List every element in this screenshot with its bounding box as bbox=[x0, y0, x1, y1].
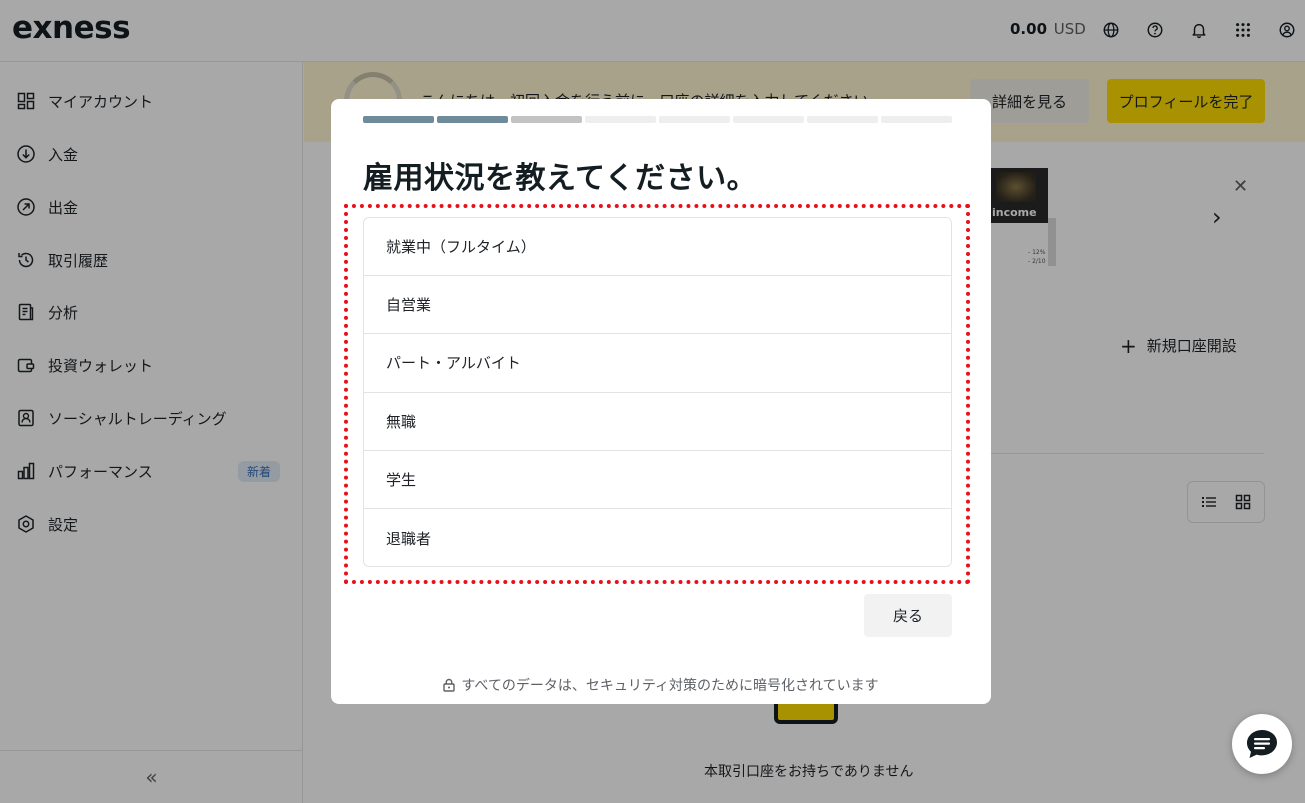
progress-segment bbox=[363, 116, 434, 123]
progress-segment bbox=[437, 116, 508, 123]
progress-segment bbox=[511, 116, 582, 123]
employment-status-modal: 雇用状況を教えてください。 就業中（フルタイム） 自営業 パート・アルバイト 無… bbox=[331, 99, 991, 704]
step-progress-bar bbox=[363, 116, 952, 123]
modal-title: 雇用状況を教えてください。 bbox=[363, 161, 758, 196]
back-button[interactable]: 戻る bbox=[864, 594, 952, 637]
progress-segment bbox=[659, 116, 730, 123]
progress-segment bbox=[881, 116, 952, 123]
red-dotted-highlight bbox=[344, 204, 970, 584]
progress-segment bbox=[585, 116, 656, 123]
security-note-text: すべてのデータは、セキュリティ対策のために暗号化されています bbox=[461, 678, 879, 694]
security-note: すべてのデータは、セキュリティ対策のために暗号化されています bbox=[331, 675, 991, 695]
progress-segment bbox=[807, 116, 878, 123]
chat-icon bbox=[1247, 730, 1277, 758]
chat-button[interactable] bbox=[1232, 714, 1292, 774]
progress-segment bbox=[733, 116, 804, 123]
lock-icon bbox=[443, 678, 456, 692]
